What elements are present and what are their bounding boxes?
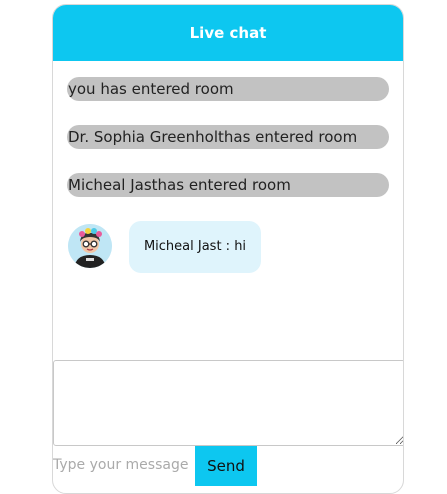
send-button[interactable]: Send <box>195 446 257 486</box>
message-input[interactable] <box>53 454 193 476</box>
chat-title: Live chat <box>189 24 267 42</box>
system-message: Micheal Jasthas entered room <box>67 173 389 197</box>
chat-message-bubble: Micheal Jast : hi <box>129 221 261 273</box>
system-message: you has entered room <box>67 77 389 101</box>
live-chat-card: Live chat you has entered room Dr. Sophi… <box>52 4 404 494</box>
system-message: Dr. Sophia Greenholthas entered room <box>67 125 389 149</box>
user-avatar-icon <box>68 224 112 268</box>
message-textarea[interactable] <box>53 360 403 446</box>
chat-header: Live chat <box>53 5 403 61</box>
